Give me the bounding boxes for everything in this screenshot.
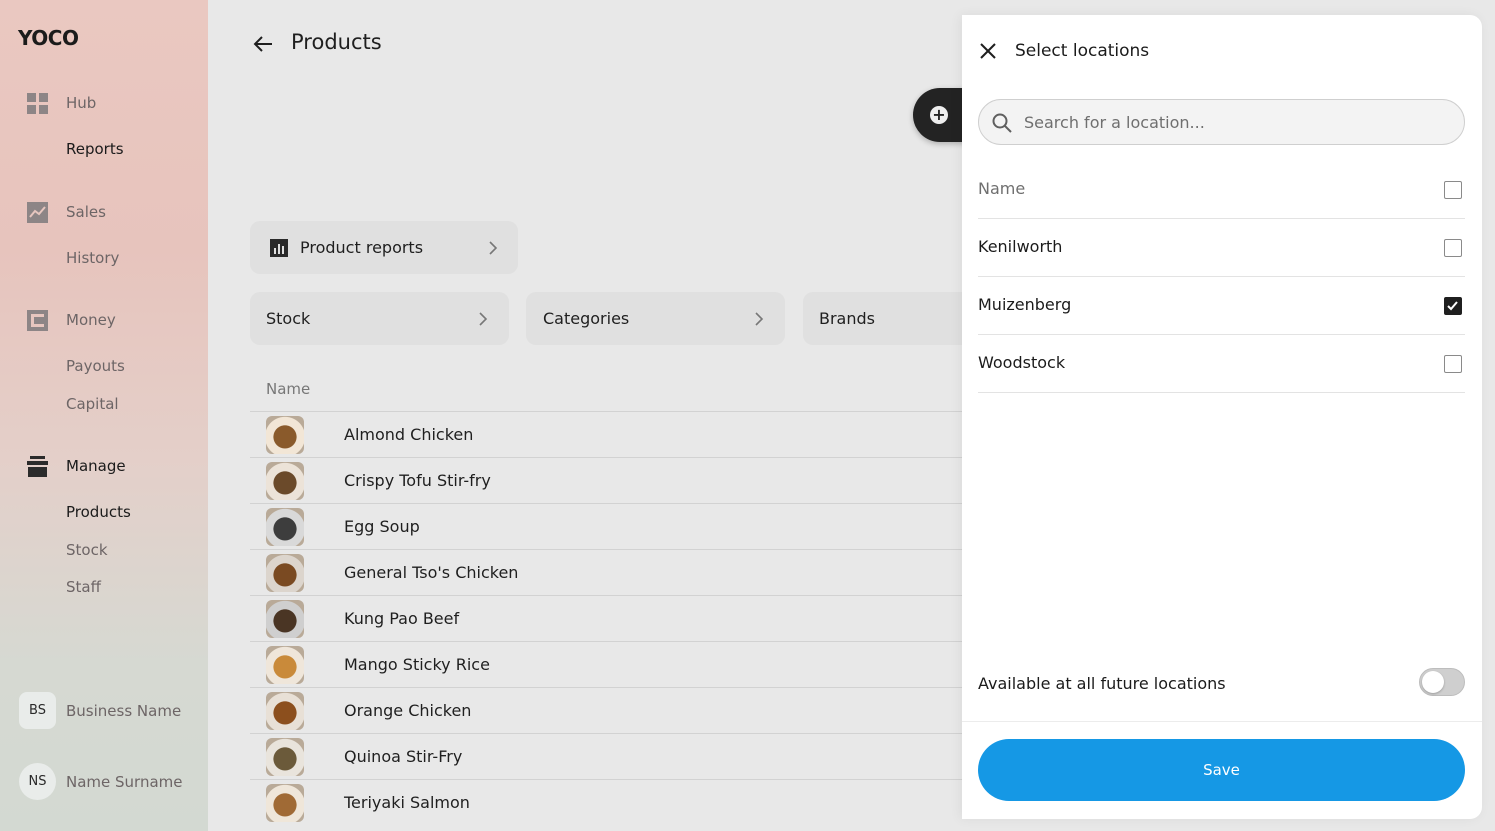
column-header-name[interactable]: Name	[266, 380, 310, 398]
table-row[interactable]: Crispy Tofu Stir-fry	[250, 457, 962, 503]
location-name: Muizenberg	[978, 295, 1072, 314]
product-thumbnail	[266, 784, 304, 822]
location-row[interactable]: Muizenberg	[978, 277, 1465, 335]
product-thumbnail	[266, 646, 304, 684]
wallet-icon	[27, 310, 48, 331]
product-name: Kung Pao Beef	[344, 609, 460, 628]
location-header-row[interactable]: Name	[978, 161, 1465, 219]
sidebar-item-capital[interactable]: Capital	[66, 395, 119, 413]
sidebar-item-sales[interactable]: Sales	[66, 203, 106, 221]
back-arrow-icon[interactable]	[252, 33, 274, 55]
product-name: General Tso's Chicken	[344, 563, 519, 582]
chevron-right-icon	[489, 241, 498, 255]
sidebar-item-hub[interactable]: Hub	[66, 94, 96, 112]
business-name[interactable]: Business Name	[66, 702, 181, 720]
check-icon	[1447, 301, 1458, 311]
product-thumbnail	[266, 738, 304, 776]
location-header-label: Name	[978, 179, 1026, 198]
table-row[interactable]: Quinoa Stir-Fry	[250, 733, 962, 779]
filter-categories[interactable]: Categories	[526, 292, 785, 345]
business-avatar[interactable]: BS	[19, 692, 56, 729]
sidebar: YOCO Hub Reports Sales History Money Pay…	[0, 0, 208, 831]
product-thumbnail	[266, 600, 304, 638]
location-row[interactable]: Kenilworth	[978, 219, 1465, 277]
filter-stock[interactable]: Stock	[250, 292, 509, 345]
product-thumbnail	[266, 462, 304, 500]
table-row[interactable]: Kung Pao Beef	[250, 595, 962, 641]
sidebar-item-reports[interactable]: Reports	[66, 140, 124, 158]
table-row[interactable]: Teriyaki Salmon	[250, 779, 962, 825]
yoco-logo[interactable]: YOCO	[18, 26, 79, 50]
user-avatar[interactable]: NS	[19, 763, 56, 800]
sidebar-item-manage[interactable]: Manage	[66, 457, 126, 475]
main-content: Products + Product reports Stock Categor…	[208, 0, 973, 831]
user-name[interactable]: Name Surname	[66, 773, 183, 791]
table-row[interactable]: Egg Soup	[250, 503, 962, 549]
product-name: Quinoa Stir-Fry	[344, 747, 463, 766]
table-row[interactable]: Orange Chicken	[250, 687, 962, 733]
location-name: Woodstock	[978, 353, 1066, 372]
future-locations-label: Available at all future locations	[978, 674, 1226, 693]
product-name: Crispy Tofu Stir-fry	[344, 471, 491, 490]
table-row[interactable]: General Tso's Chicken	[250, 549, 962, 595]
table-row[interactable]: Almond Chicken	[250, 411, 962, 457]
filter-stock-label: Stock	[266, 309, 311, 328]
toggle-knob	[1422, 671, 1444, 693]
product-thumbnail	[266, 692, 304, 730]
location-checkbox[interactable]	[1444, 297, 1462, 315]
product-thumbnail	[266, 508, 304, 546]
divider	[962, 721, 1482, 722]
plus-icon: +	[930, 106, 948, 124]
close-icon[interactable]	[978, 41, 998, 61]
search-icon	[992, 113, 1012, 133]
sidebar-item-payouts[interactable]: Payouts	[66, 357, 125, 375]
sidebar-item-products[interactable]: Products	[66, 503, 131, 521]
product-thumbnail	[266, 416, 304, 454]
chart-line-icon	[27, 202, 48, 223]
table-row[interactable]: Mango Sticky Rice	[250, 641, 962, 687]
filter-categories-label: Categories	[543, 309, 630, 328]
filter-brands[interactable]: Brands	[803, 292, 973, 345]
product-name: Orange Chicken	[344, 701, 472, 720]
location-row[interactable]: Woodstock	[978, 335, 1465, 393]
product-name: Egg Soup	[344, 517, 420, 536]
store-icon	[27, 456, 48, 477]
product-reports-card[interactable]: Product reports	[250, 221, 518, 274]
location-search	[978, 99, 1465, 145]
product-thumbnail	[266, 554, 304, 592]
location-checkbox[interactable]	[1444, 355, 1462, 373]
bar-chart-icon	[270, 239, 288, 257]
product-name: Mango Sticky Rice	[344, 655, 490, 674]
product-name: Teriyaki Salmon	[344, 793, 470, 812]
chevron-right-icon	[755, 312, 764, 326]
filter-brands-label: Brands	[819, 309, 875, 328]
location-name: Kenilworth	[978, 237, 1063, 256]
page-title: Products	[291, 30, 382, 54]
sidebar-item-history[interactable]: History	[66, 249, 119, 267]
sidebar-item-staff[interactable]: Staff	[66, 578, 101, 596]
search-input[interactable]	[1024, 100, 1454, 144]
grid-icon	[27, 93, 48, 114]
sidebar-item-stock[interactable]: Stock	[66, 541, 108, 559]
drawer-title: Select locations	[1015, 41, 1150, 61]
select-locations-drawer: Select locations Name Kenilworth Muizenbe…	[962, 15, 1482, 819]
sidebar-item-money[interactable]: Money	[66, 311, 116, 329]
select-all-checkbox[interactable]	[1444, 181, 1462, 199]
future-locations-toggle[interactable]	[1419, 668, 1465, 696]
location-checkbox[interactable]	[1444, 239, 1462, 257]
chevron-right-icon	[479, 312, 488, 326]
save-button[interactable]: Save	[978, 739, 1465, 801]
product-name: Almond Chicken	[344, 425, 474, 444]
product-reports-label: Product reports	[300, 238, 424, 257]
